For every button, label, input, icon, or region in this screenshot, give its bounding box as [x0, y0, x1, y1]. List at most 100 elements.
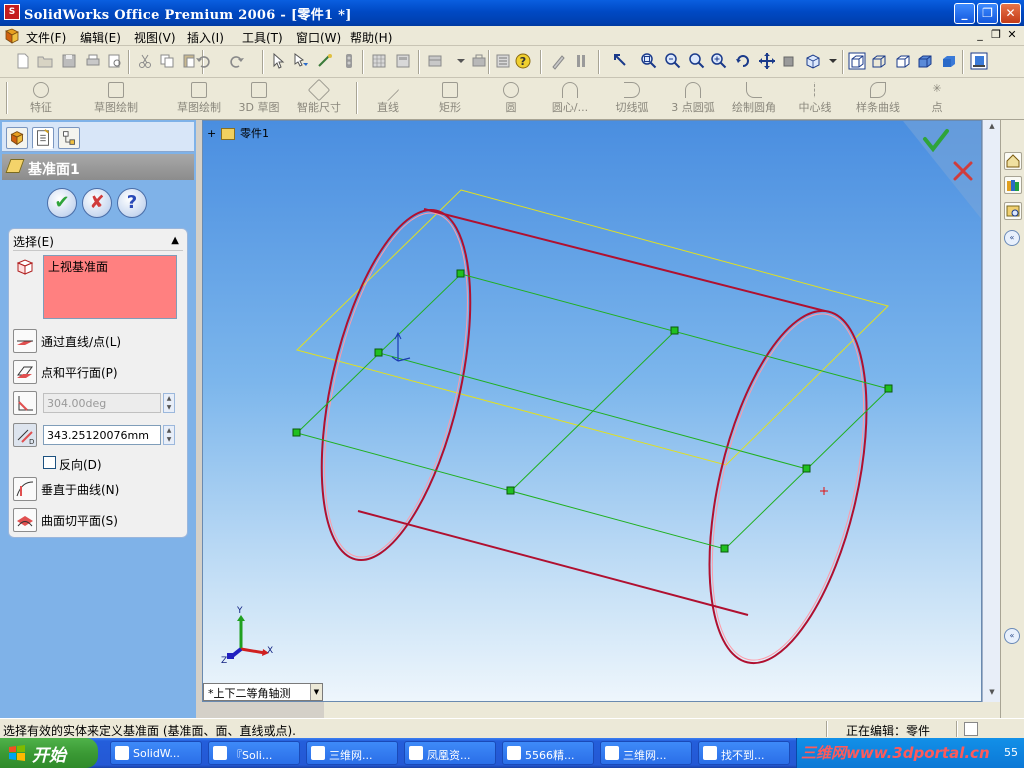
cylinder-bottom-silhouette[interactable]: [357, 510, 749, 616]
rebuild-icon[interactable]: [316, 52, 334, 70]
taskbar-item[interactable]: 『Soli...: [208, 741, 300, 765]
surface-tangent-button[interactable]: [13, 508, 37, 532]
at-angle-button[interactable]: [13, 391, 37, 415]
features-button[interactable]: 特征: [18, 80, 64, 118]
macro-icon[interactable]: [426, 52, 444, 70]
scroll-up-icon[interactable]: ▲: [986, 122, 998, 132]
help-button[interactable]: ?: [117, 188, 147, 218]
tangent-arc-button[interactable]: 切线弧: [612, 80, 652, 118]
list-view-icon[interactable]: [494, 52, 512, 70]
sketch-toggle-button[interactable]: 草图绘制: [86, 80, 146, 118]
plane-handle[interactable]: [374, 348, 383, 357]
normal-to-curve-button[interactable]: [13, 477, 37, 501]
3-point-arc-button[interactable]: 3 点圆弧: [666, 80, 720, 118]
shaded-with-edges-icon[interactable]: [916, 52, 934, 70]
distance-spinner[interactable]: ▲ ▼: [163, 425, 175, 445]
plane-handle[interactable]: [456, 269, 465, 278]
chevron-down-icon[interactable]: ▼: [310, 684, 322, 700]
taskbar-item[interactable]: 三维网...: [600, 741, 692, 765]
traffic-light-icon[interactable]: [340, 52, 358, 70]
pan-icon[interactable]: [758, 52, 776, 70]
zoom-to-area-icon[interactable]: [664, 52, 682, 70]
point-parallel-plane-button[interactable]: [13, 360, 37, 384]
reverse-direction-checkbox[interactable]: [43, 456, 56, 469]
shadows-in-shaded-mode-icon[interactable]: [970, 52, 988, 70]
print-icon[interactable]: [84, 52, 102, 70]
document-minimize-button[interactable]: _: [972, 29, 988, 43]
select-arrow-icon[interactable]: [270, 52, 288, 70]
plane-handle[interactable]: [802, 464, 811, 473]
zoom-to-fit-icon[interactable]: [640, 52, 658, 70]
view-orientation-icon[interactable]: [780, 52, 798, 70]
select-filter-icon[interactable]: [292, 52, 310, 70]
restore-button[interactable]: ❐: [977, 3, 998, 24]
menu-view[interactable]: 视图(V): [134, 29, 176, 46]
start-button[interactable]: 开始: [0, 738, 98, 768]
taskbar-item[interactable]: SolidW...: [110, 741, 202, 765]
save-icon[interactable]: [60, 52, 78, 70]
toolbox-icon[interactable]: [470, 52, 488, 70]
configuration-manager-tab-icon[interactable]: [58, 127, 80, 149]
copy-icon[interactable]: [158, 52, 176, 70]
taskbar-item[interactable]: 三维网...: [306, 741, 398, 765]
zoom-in-out-icon[interactable]: [688, 52, 706, 70]
print-preview-icon[interactable]: [106, 52, 124, 70]
through-line-point-button[interactable]: [13, 329, 37, 353]
cut-icon[interactable]: [136, 52, 154, 70]
ok-button[interactable]: ✔: [47, 188, 77, 218]
clock[interactable]: 55: [1004, 746, 1018, 759]
menu-tools[interactable]: 工具(T): [242, 29, 283, 46]
rotate-view-icon[interactable]: [734, 52, 752, 70]
taskbar-item[interactable]: 找不到...: [698, 741, 790, 765]
design-library-tab[interactable]: [1004, 176, 1022, 194]
point-button[interactable]: ✳ 点: [926, 80, 948, 118]
close-button[interactable]: ✕: [1000, 3, 1021, 24]
open-folder-icon[interactable]: [36, 52, 54, 70]
plane-handle[interactable]: [720, 544, 729, 553]
plane-handle[interactable]: [506, 486, 515, 495]
sketch-button[interactable]: 草图绘制: [170, 80, 228, 118]
offset-distance-button[interactable]: D: [13, 423, 37, 447]
3d-sketch-button[interactable]: 3D 草图: [234, 80, 284, 118]
expand-task-pane-bottom-icon[interactable]: «: [1004, 628, 1020, 644]
line-button[interactable]: 直线: [372, 78, 404, 118]
angle-spinner[interactable]: ▲ ▼: [163, 393, 175, 413]
circle-button[interactable]: 圆: [498, 80, 524, 118]
graphics-vertical-scrollbar[interactable]: ▲ ▼: [982, 120, 1000, 702]
feature-manager-tab-icon[interactable]: [6, 127, 28, 149]
document-restore-button[interactable]: ❐: [988, 29, 1004, 43]
solidworks-menu-icon[interactable]: [4, 28, 20, 44]
taskbar-item[interactable]: 5566精...: [502, 741, 594, 765]
minimize-button[interactable]: _: [954, 3, 975, 24]
pause-icon[interactable]: [572, 52, 590, 70]
dropdown-arrow-icon[interactable]: [452, 52, 470, 70]
options-grid-icon[interactable]: [370, 52, 388, 70]
angle-input[interactable]: [43, 393, 161, 413]
graphics-area[interactable]: + 零件1 Y X Z *上下二等角轴测 ▼: [202, 120, 982, 702]
document-close-button[interactable]: ✕: [1004, 29, 1020, 43]
selected-entity-item[interactable]: 上视基准面: [48, 260, 108, 274]
selection-section-header[interactable]: 选择(E) ▲: [13, 233, 183, 251]
sketch-pen-icon[interactable]: [550, 52, 568, 70]
menu-window[interactable]: 窗口(W): [296, 29, 341, 46]
plane-handle[interactable]: [884, 384, 893, 393]
sketch-fillet-button[interactable]: 绘制圆角: [728, 80, 780, 118]
hidden-lines-removed-icon[interactable]: [894, 52, 912, 70]
reference-plane-outline[interactable]: [296, 189, 889, 466]
smart-dimension-button[interactable]: 智能尺寸: [292, 78, 346, 118]
hidden-lines-visible-icon[interactable]: [870, 52, 888, 70]
rectangle-button[interactable]: 矩形: [434, 80, 466, 118]
zoom-to-selection-icon[interactable]: [710, 52, 728, 70]
distance-input[interactable]: [43, 425, 161, 445]
menu-edit[interactable]: 编辑(E): [80, 29, 121, 46]
shaded-icon[interactable]: [940, 52, 958, 70]
new-document-icon[interactable]: [14, 52, 32, 70]
undo-icon[interactable]: [194, 52, 212, 70]
selected-entities-list[interactable]: 上视基准面: [43, 255, 177, 319]
redo-icon[interactable]: [228, 52, 246, 70]
centerpoint-arc-button[interactable]: 圆心/...: [546, 80, 594, 118]
standard-views-icon[interactable]: [804, 52, 822, 70]
plane-handle[interactable]: [670, 326, 679, 335]
property-manager-tab-icon[interactable]: [32, 127, 54, 149]
graphics-horizontal-scrollbar[interactable]: [324, 702, 1000, 718]
